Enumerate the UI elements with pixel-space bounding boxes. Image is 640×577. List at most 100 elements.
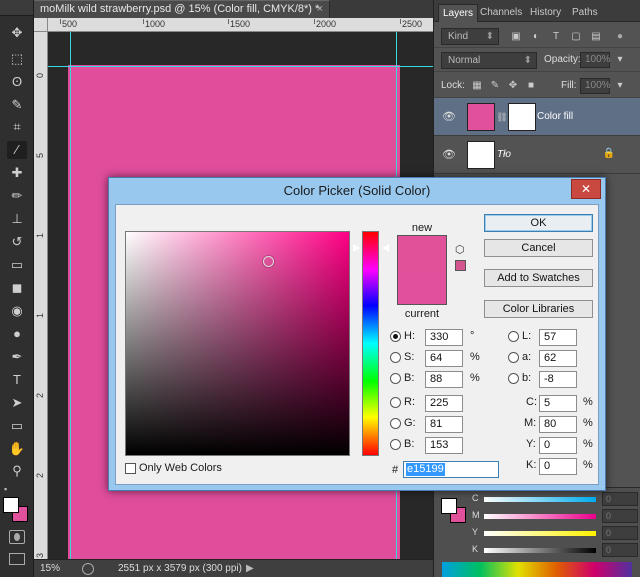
lasso-tool-icon[interactable]: ʘ	[7, 73, 27, 91]
filter-kind-dropdown[interactable]: Kind ⬍	[441, 28, 499, 45]
filter-shape-icon[interactable]: ▢	[570, 31, 582, 43]
green-field[interactable]: 81	[425, 416, 463, 433]
filter-pixel-icon[interactable]: ▣	[510, 31, 522, 43]
eyedropper-tool-icon[interactable]: ⁄	[7, 141, 27, 159]
lab-a-field[interactable]: 62	[539, 350, 577, 367]
path-select-tool-icon[interactable]: ➤	[7, 394, 27, 412]
black-field[interactable]: 0	[539, 458, 577, 475]
link-chain-icon[interactable]: ⛓	[496, 111, 508, 123]
quick-mask-icon[interactable]	[9, 530, 25, 544]
cancel-button[interactable]: Cancel	[484, 239, 593, 257]
layer-thumbnail[interactable]	[467, 103, 495, 131]
status-menu-arrow-icon[interactable]: ▶	[246, 560, 254, 577]
color-field-cursor[interactable]	[263, 256, 274, 267]
lock-position-icon[interactable]: ✥	[507, 80, 519, 92]
visibility-eye-icon[interactable]: 👁	[442, 110, 456, 123]
toolbar-grip[interactable]	[0, 0, 33, 16]
layer-row-color-fill[interactable]: 👁 ⛓ Color fill	[434, 98, 640, 136]
yellow-slider[interactable]	[484, 531, 596, 536]
dodge-tool-icon[interactable]: ●	[7, 325, 27, 343]
lab-b-field[interactable]: -8	[539, 371, 577, 388]
ruler-origin[interactable]	[34, 18, 48, 32]
hue-slider-left-arrow-icon[interactable]	[352, 243, 360, 253]
lock-pixels-icon[interactable]: ✎	[489, 80, 501, 92]
brightness-radio[interactable]	[390, 373, 401, 384]
in-gamut-swatch[interactable]	[455, 260, 466, 271]
red-field[interactable]: 225	[425, 395, 463, 412]
hue-field[interactable]: 330	[425, 329, 463, 346]
hand-tool-icon[interactable]: ✋	[7, 440, 27, 458]
pen-tool-icon[interactable]: ✒	[7, 348, 27, 366]
stamp-tool-icon[interactable]: ⊥	[7, 210, 27, 228]
foreground-color-swatch[interactable]	[3, 497, 19, 513]
hue-radio[interactable]	[390, 331, 401, 342]
vertical-ruler[interactable]: 0 5 1 1 2 2 3	[34, 32, 48, 559]
black-value-field[interactable]: 0	[602, 543, 638, 557]
crop-tool-icon[interactable]: ⌗	[7, 118, 27, 136]
default-colors-icon[interactable]: ▪	[4, 484, 14, 494]
cyan-slider[interactable]	[484, 497, 596, 502]
yellow-field[interactable]: 0	[539, 437, 577, 454]
chevron-down-icon[interactable]: ▾	[614, 80, 626, 92]
only-web-colors-checkbox[interactable]	[125, 463, 136, 474]
layer-name[interactable]: Tło	[497, 149, 511, 160]
blue-field[interactable]: 153	[425, 437, 463, 454]
brush-tool-icon[interactable]: ✏	[7, 187, 27, 205]
hue-slider-right-arrow-icon[interactable]	[382, 244, 389, 252]
layer-row-background[interactable]: 👁 Tło 🔒	[434, 136, 640, 174]
guide-vertical[interactable]	[70, 32, 71, 559]
red-radio[interactable]	[390, 397, 401, 408]
hex-field[interactable]: e15199	[403, 461, 499, 478]
lab-l-radio[interactable]	[508, 331, 519, 342]
visibility-eye-icon[interactable]: 👁	[442, 148, 456, 161]
lock-transparent-icon[interactable]: ▦	[471, 80, 483, 92]
lab-a-radio[interactable]	[508, 352, 519, 363]
layer-name[interactable]: Color fill	[537, 111, 573, 122]
tab-layers[interactable]: Layers	[438, 4, 479, 22]
guide-horizontal[interactable]	[48, 66, 433, 67]
fill-field[interactable]: 100%	[580, 78, 611, 94]
tab-channels[interactable]: Channels	[476, 4, 526, 22]
color-spectrum-ramp[interactable]	[442, 562, 632, 577]
history-brush-tool-icon[interactable]: ↺	[7, 233, 27, 251]
blue-radio[interactable]	[390, 439, 401, 450]
color-libraries-button[interactable]: Color Libraries	[484, 300, 593, 318]
lock-all-icon[interactable]: ■	[525, 80, 537, 92]
yellow-value-field[interactable]: 0	[602, 526, 638, 540]
tab-paths[interactable]: Paths	[568, 4, 602, 22]
opacity-field[interactable]: 100%	[580, 52, 611, 68]
filter-toggle-icon[interactable]: ●	[614, 31, 626, 43]
hue-slider[interactable]	[362, 231, 379, 456]
shape-tool-icon[interactable]: ▭	[7, 417, 27, 435]
tab-history[interactable]: History	[526, 4, 565, 22]
color-field[interactable]	[125, 231, 350, 456]
close-tab-icon[interactable]: ×	[317, 1, 323, 18]
healing-tool-icon[interactable]: ✚	[7, 164, 27, 182]
close-dialog-button[interactable]: ✕	[571, 179, 601, 199]
zoom-tool-icon[interactable]: ⚲	[7, 462, 27, 480]
green-radio[interactable]	[390, 418, 401, 429]
filter-smart-object-icon[interactable]: ▤	[590, 31, 602, 43]
blur-tool-icon[interactable]: ◉	[7, 302, 27, 320]
eraser-tool-icon[interactable]: ▭	[7, 256, 27, 274]
saturation-field[interactable]: 64	[425, 350, 463, 367]
brightness-field[interactable]: 88	[425, 371, 463, 388]
saturation-radio[interactable]	[390, 352, 401, 363]
magenta-slider[interactable]	[484, 514, 596, 519]
status-info-icon[interactable]	[82, 563, 94, 575]
gamut-warning-cube-icon[interactable]: ⬡	[455, 244, 467, 256]
layer-mask-thumbnail[interactable]	[508, 103, 536, 131]
color-panel-foreground-swatch[interactable]	[441, 498, 457, 514]
cyan-value-field[interactable]: 0	[602, 492, 638, 506]
zoom-level[interactable]: 15%	[40, 560, 60, 577]
magenta-field[interactable]: 80	[539, 416, 577, 433]
horizontal-ruler[interactable]: 500 1000 1500 2000 2500	[48, 18, 433, 32]
blend-mode-dropdown[interactable]: Normal ⬍	[441, 52, 537, 69]
current-color-swatch[interactable]	[397, 270, 447, 305]
document-tab[interactable]: moMilk wild strawberry.psd @ 15% (Color …	[34, 0, 330, 18]
chevron-down-icon[interactable]: ▾	[614, 54, 626, 66]
layer-thumbnail[interactable]	[467, 141, 495, 169]
lab-b-radio[interactable]	[508, 373, 519, 384]
quick-select-tool-icon[interactable]: ✎	[7, 96, 27, 114]
filter-type-icon[interactable]: T	[550, 31, 562, 43]
